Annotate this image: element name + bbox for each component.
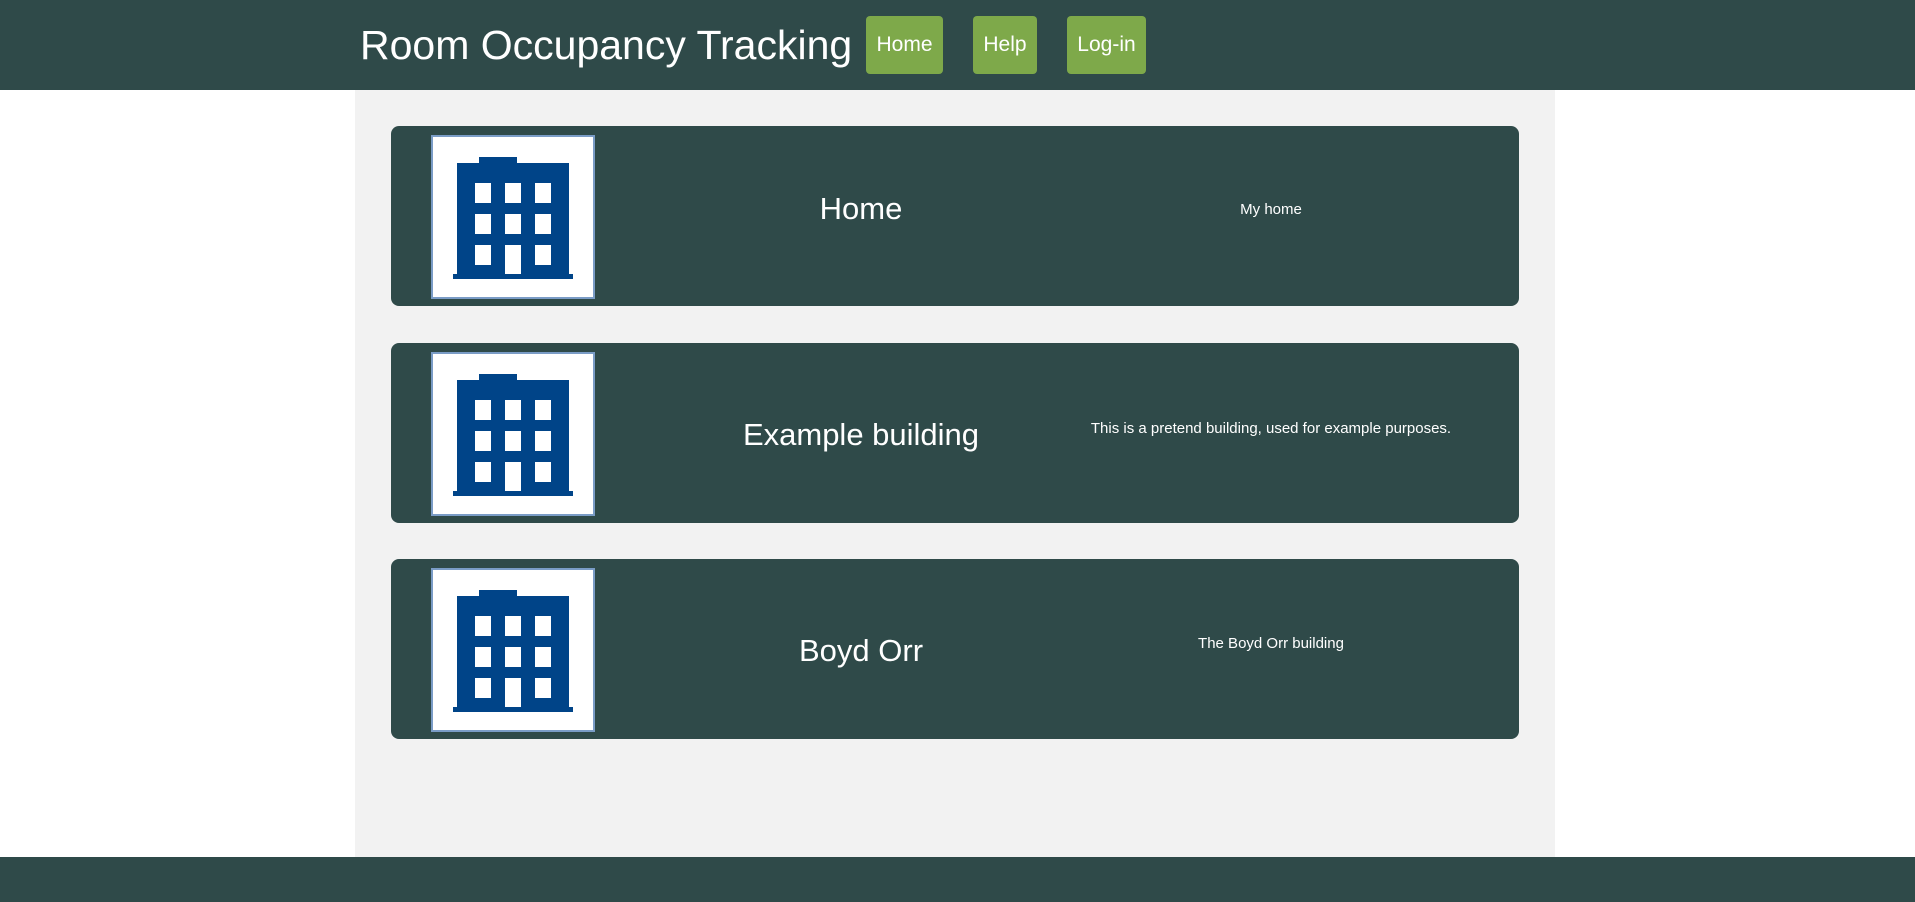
- building-icon: [431, 135, 595, 299]
- nav-home-button[interactable]: Home: [866, 16, 943, 74]
- building-name: Home: [819, 191, 903, 226]
- building-description: The Boyd Orr building: [1198, 635, 1344, 652]
- site-title: Room Occupancy Tracking: [360, 22, 853, 68]
- nav-help-button[interactable]: Help: [973, 16, 1037, 74]
- building-card[interactable]: Home My home: [391, 126, 1519, 306]
- building-description: My home: [1240, 201, 1302, 218]
- building-card[interactable]: Boyd Orr The Boyd Orr building: [391, 559, 1519, 739]
- building-name: Example building: [742, 417, 980, 452]
- building-description: This is a pretend building, used for exa…: [1090, 420, 1452, 437]
- main-content: Home My home Example building This is a …: [355, 90, 1555, 857]
- site-header: Room Occupancy Tracking Home Help Log-in: [0, 0, 1915, 90]
- site-footer: [0, 857, 1915, 902]
- nav-login-button[interactable]: Log-in: [1067, 16, 1146, 74]
- building-icon: [431, 352, 595, 516]
- building-card[interactable]: Example building This is a pretend build…: [391, 343, 1519, 523]
- building-icon: [431, 568, 595, 732]
- building-name: Boyd Orr: [798, 633, 924, 668]
